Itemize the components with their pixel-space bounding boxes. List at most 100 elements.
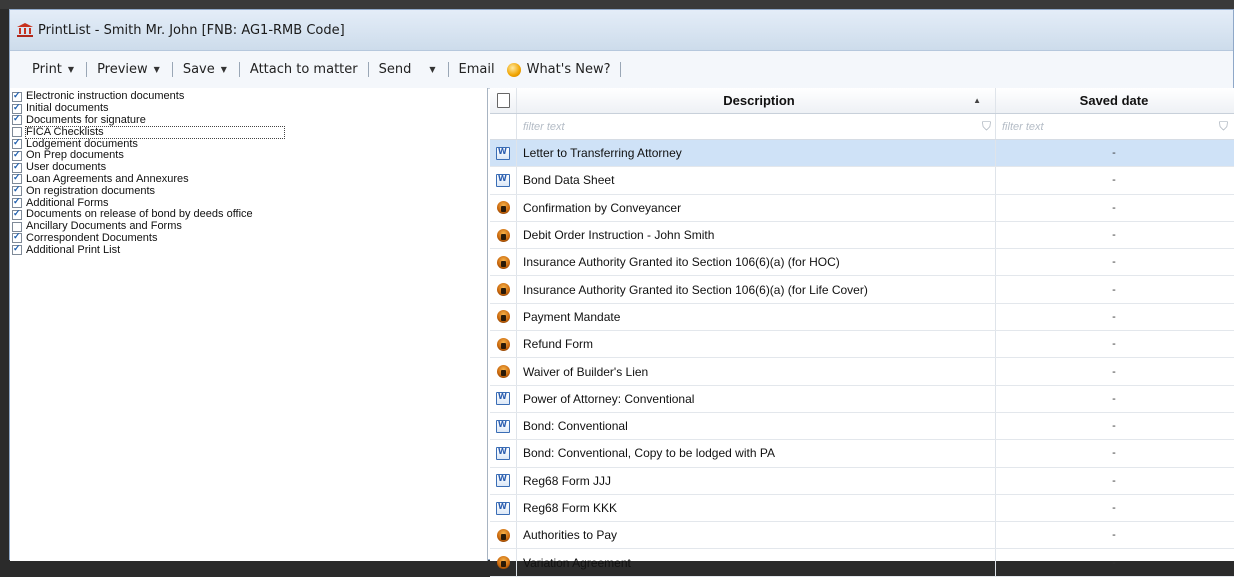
- checkbox-icon[interactable]: [12, 161, 22, 173]
- description-column-header[interactable]: Description ▲: [517, 88, 996, 113]
- pdf-form-icon: [496, 365, 510, 379]
- checkbox-icon[interactable]: [12, 243, 22, 256]
- document-row[interactable]: Power of Attorney: Conventional -: [490, 385, 1234, 413]
- email-button[interactable]: Email: [453, 59, 501, 81]
- document-row[interactable]: Insurance Authority Granted ito Section …: [490, 249, 1234, 277]
- preview-dropdown-arrow-icon[interactable]: ▼: [154, 65, 160, 74]
- saved-date-filter-input[interactable]: filter text ⛉: [996, 114, 1232, 139]
- row-description: Confirmation by Conveyancer: [517, 194, 996, 221]
- category-checkbox-item[interactable]: Lodgement documents: [10, 137, 487, 150]
- document-row[interactable]: Bond: Conventional -: [490, 412, 1234, 441]
- category-checkbox-item[interactable]: Loan Agreements and Annexures: [10, 172, 487, 186]
- row-icon-cell: [490, 249, 517, 276]
- send-button[interactable]: Send ▼: [373, 59, 444, 81]
- checkbox-icon[interactable]: [12, 184, 22, 197]
- checkbox-icon[interactable]: [12, 196, 22, 209]
- pdf-form-icon: [496, 337, 510, 351]
- checkbox-icon[interactable]: [12, 231, 22, 244]
- checkbox-icon[interactable]: [12, 90, 22, 102]
- checkbox-icon[interactable]: [12, 208, 22, 220]
- checkbox-icon[interactable]: [12, 113, 22, 126]
- grid-header: Description ▲ Saved date: [490, 88, 1234, 114]
- row-saved-date: -: [1112, 256, 1116, 269]
- document-row[interactable]: Variation Agreement -: [490, 549, 1234, 577]
- category-checkbox-item[interactable]: User documents: [10, 161, 487, 174]
- row-icon-cell: [490, 494, 517, 522]
- row-icon-cell: [490, 276, 517, 303]
- checkbox-icon[interactable]: [12, 149, 22, 161]
- attach-to-matter-button[interactable]: Attach to matter: [244, 59, 364, 81]
- save-button[interactable]: Save ▼: [177, 59, 235, 81]
- row-saved-date: -: [1112, 474, 1116, 487]
- category-checkbox-item[interactable]: Additional Print List: [10, 243, 487, 256]
- document-row[interactable]: Reg68 Form KKK -: [490, 494, 1234, 523]
- checkbox-icon[interactable]: [12, 172, 22, 185]
- row-saved-date: -: [1112, 447, 1116, 460]
- checkbox-icon[interactable]: [12, 127, 22, 138]
- toolbar-separator: [367, 62, 369, 77]
- row-description: Insurance Authority Granted ito Section …: [517, 276, 996, 303]
- document-row[interactable]: Confirmation by Conveyancer -: [490, 194, 1234, 222]
- whats-new-icon: [506, 62, 521, 77]
- row-icon-cell: [490, 167, 517, 194]
- category-checkbox-item[interactable]: On Prep documents: [10, 149, 487, 162]
- category-checkbox-item[interactable]: On registration documents: [10, 184, 487, 197]
- document-row[interactable]: Bond: Conventional, Copy to be lodged wi…: [490, 440, 1234, 468]
- print-label: Print: [32, 62, 62, 77]
- description-filter-placeholder: filter text: [523, 120, 565, 133]
- category-checkbox-item[interactable]: Initial documents: [10, 102, 487, 115]
- whats-new-button[interactable]: What's New?: [501, 59, 617, 81]
- category-checkbox-item[interactable]: Ancillary Documents and Forms: [10, 221, 487, 233]
- document-row[interactable]: Authorities to Pay -: [490, 522, 1234, 550]
- print-dropdown-arrow-icon[interactable]: ▼: [68, 65, 74, 74]
- row-icon-cell: [490, 221, 517, 249]
- window-title: PrintList - Smith Mr. John [FNB: AG1-RMB…: [38, 22, 345, 38]
- row-icon-cell: [490, 331, 517, 358]
- header-doc-type-column[interactable]: [490, 88, 517, 113]
- row-description: Waiver of Builder's Lien: [517, 358, 996, 385]
- document-row[interactable]: Bond Data Sheet -: [490, 167, 1234, 195]
- category-checkbox-item[interactable]: Additional Forms: [10, 196, 487, 209]
- preview-button[interactable]: Preview ▼: [91, 59, 168, 81]
- document-row[interactable]: Waiver of Builder's Lien -: [490, 358, 1234, 386]
- category-checkbox-item[interactable]: FICA Checklists: [10, 125, 487, 139]
- category-label: Electronic instruction documents: [26, 90, 185, 103]
- checkbox-icon[interactable]: [12, 102, 22, 114]
- preview-label: Preview: [97, 62, 148, 77]
- document-row[interactable]: Payment Mandate -: [490, 303, 1234, 332]
- filter-funnel-icon[interactable]: ⛉: [982, 119, 991, 134]
- save-dropdown-arrow-icon[interactable]: ▼: [221, 65, 227, 74]
- send-dropdown-arrow-icon[interactable]: ▼: [429, 65, 435, 74]
- row-icon-cell: [490, 385, 517, 412]
- category-checkbox-item[interactable]: Correspondent Documents: [10, 231, 487, 245]
- category-label: Loan Agreements and Annexures: [26, 172, 189, 185]
- category-label: Initial documents: [26, 102, 109, 115]
- category-label: Additional Forms: [26, 196, 109, 209]
- row-description: Debit Order Instruction - John Smith: [517, 221, 996, 249]
- category-checkbox-item[interactable]: Electronic instruction documents: [10, 90, 487, 103]
- row-saved-date: -: [1112, 365, 1116, 378]
- document-row[interactable]: Debit Order Instruction - John Smith -: [490, 221, 1234, 250]
- row-saved-date: -: [1112, 229, 1116, 242]
- row-description: Reg68 Form JJJ: [517, 467, 996, 494]
- filter-funnel-icon[interactable]: ⛉: [1219, 119, 1228, 134]
- row-description: Bond Data Sheet: [517, 167, 996, 194]
- category-checkbox-item[interactable]: Documents for signature: [10, 113, 487, 127]
- category-label: On registration documents: [26, 184, 156, 197]
- word-doc-icon: [496, 146, 510, 160]
- category-label: Lodgement documents: [26, 137, 138, 150]
- document-row[interactable]: Insurance Authority Granted ito Section …: [490, 276, 1234, 304]
- saved-date-filter-placeholder: filter text: [1002, 120, 1044, 133]
- row-icon-cell: [490, 549, 517, 576]
- document-row[interactable]: Reg68 Form JJJ -: [490, 467, 1234, 495]
- checkbox-icon[interactable]: [12, 221, 22, 232]
- row-icon-cell: [490, 412, 517, 440]
- document-row[interactable]: Letter to Transferring Attorney -: [490, 140, 1234, 168]
- category-checkbox-item[interactable]: Documents on release of bond by deeds of…: [10, 208, 487, 221]
- description-filter-input[interactable]: filter text ⛉: [517, 114, 996, 139]
- saved-date-column-header[interactable]: Saved date: [996, 88, 1232, 113]
- print-button[interactable]: Print ▼: [26, 59, 82, 81]
- checkbox-icon[interactable]: [12, 137, 22, 150]
- document-row[interactable]: Refund Form -: [490, 331, 1234, 359]
- title-bar[interactable]: PrintList - Smith Mr. John [FNB: AG1-RMB…: [10, 10, 1233, 51]
